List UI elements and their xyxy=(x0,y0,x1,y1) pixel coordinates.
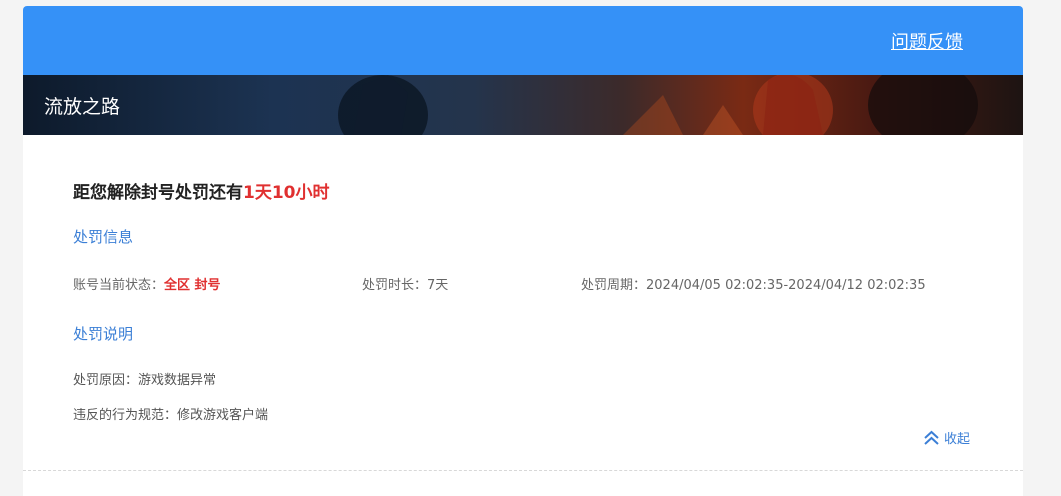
unban-countdown: 距您解除封号处罚还有1天10小时 xyxy=(73,178,330,203)
status-label: 账号当前状态： xyxy=(73,278,165,293)
rule-label: 违反的行为规范： xyxy=(73,408,178,423)
game-title: 流放之路 xyxy=(44,96,121,118)
status-value: 全区 封号 xyxy=(164,278,221,293)
reason-value: 游戏数据异常 xyxy=(138,373,217,388)
game-banner: 流放之路 xyxy=(23,75,1023,135)
duration-label: 处罚时长： xyxy=(362,278,428,293)
penalty-desc-title: 处罚说明 xyxy=(73,325,134,343)
rule-value: 修改游戏客户端 xyxy=(177,408,269,423)
top-bar: 问题反馈 xyxy=(23,6,1023,75)
countdown-prefix: 距您解除封号处罚还有 xyxy=(73,183,243,203)
violated-rule: 违反的行为规范：修改游戏客户端 xyxy=(73,404,268,423)
banner-artwork xyxy=(338,75,978,135)
period-value: 2024/04/05 02:02:35-2024/04/12 02:02:35 xyxy=(646,278,926,293)
period-label: 处罚周期： xyxy=(581,278,647,293)
penalty-period: 处罚周期：2024/04/05 02:02:35-2024/04/12 02:0… xyxy=(581,274,926,293)
duration-value: 7天 xyxy=(427,278,449,293)
divider xyxy=(23,470,1023,471)
penalty-duration: 处罚时长：7天 xyxy=(362,274,448,293)
double-chevron-up-icon xyxy=(924,430,939,445)
account-status: 账号当前状态：全区 封号 xyxy=(73,274,221,293)
collapse-label: 收起 xyxy=(944,432,971,447)
collapse-button[interactable]: 收起 xyxy=(923,428,970,447)
penalty-reason: 处罚原因：游戏数据异常 xyxy=(73,369,216,388)
countdown-remaining: 1天10小时 xyxy=(243,183,330,203)
feedback-link[interactable]: 问题反馈 xyxy=(891,28,963,54)
reason-label: 处罚原因： xyxy=(73,373,139,388)
penalty-info-title: 处罚信息 xyxy=(73,228,134,246)
penalty-card: 问题反馈 流放之路 距您解除封号处罚还有1天10小时 处罚信息 账号当前状态：全… xyxy=(23,6,1023,496)
